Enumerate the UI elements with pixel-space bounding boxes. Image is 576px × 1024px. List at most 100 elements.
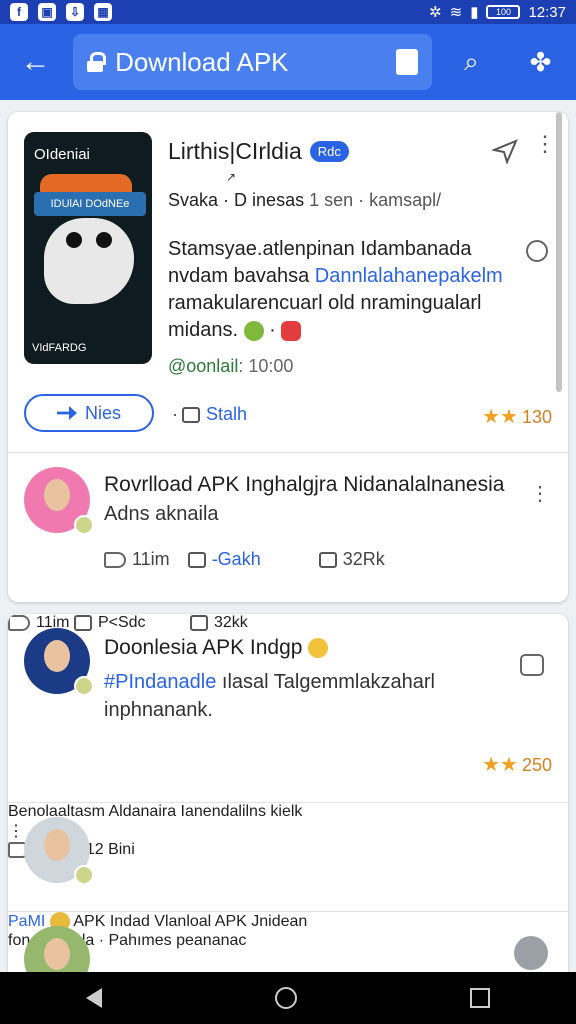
app-bar: ← Download APK ⌕ ✤ bbox=[0, 24, 576, 100]
stat-link[interactable]: · Stalh bbox=[172, 404, 247, 425]
reply-icon bbox=[8, 614, 30, 631]
share-arrow-icon bbox=[56, 406, 77, 420]
more-vert-icon[interactable]: ⋮ bbox=[530, 481, 550, 506]
post-actions: 11im P<Sdc 32kk bbox=[8, 614, 568, 632]
more-vert-icon[interactable]: ⋮ bbox=[8, 821, 568, 841]
share-icon[interactable] bbox=[395, 49, 418, 75]
battery-icon: 100 bbox=[486, 5, 521, 19]
cover-mascot bbox=[44, 218, 134, 304]
notification-icon: ⇩ bbox=[66, 3, 84, 21]
news-button[interactable]: Nies bbox=[24, 394, 154, 432]
post-body-text: inphnanank. bbox=[104, 699, 213, 721]
rating: ★★ 130 bbox=[482, 404, 552, 429]
address-bar[interactable]: Download APK bbox=[73, 34, 432, 90]
floating-action-button[interactable] bbox=[514, 936, 548, 970]
reply-count: 11im bbox=[132, 549, 170, 569]
wifi-icon: ≋ bbox=[449, 4, 463, 21]
back-button[interactable]: ← bbox=[14, 40, 57, 84]
nav-back-icon[interactable] bbox=[86, 988, 103, 1008]
smile-emoji-icon bbox=[308, 638, 329, 659]
news-button-label: Nies bbox=[84, 402, 121, 423]
post-title[interactable]: Rovrlload APK Inghalgjra Nidanalalnanesi… bbox=[104, 473, 504, 497]
like-count: 32Rk bbox=[342, 549, 385, 569]
post-actions: 11im -Gakh 32Rk bbox=[104, 549, 385, 570]
post-title-text: Doonlesia APK Indgp bbox=[104, 636, 303, 659]
repost-label: -Gakh bbox=[211, 549, 261, 569]
contact-handle[interactable]: @oonlail bbox=[168, 356, 238, 376]
post-subtitle: foneiaka pla · Pahımes peananac bbox=[8, 932, 247, 949]
lock-icon bbox=[87, 52, 107, 72]
post-title[interactable]: Benolaaltasm Aldanaira Ianendalilns kiel… bbox=[8, 803, 568, 821]
list-item[interactable]: Rovrlload APK Inghalgjra Nidanalalnanesi… bbox=[8, 453, 568, 601]
post-actions: 230d · 12 Bini bbox=[8, 841, 568, 859]
like-action[interactable]: 32Rk bbox=[318, 549, 385, 570]
post-title[interactable]: Doonlesia APK Indgp bbox=[104, 636, 329, 660]
signal-icon: ▮ bbox=[470, 4, 479, 21]
contact-line: @oonlail: 10:00 bbox=[168, 356, 293, 377]
notification-icon: f bbox=[10, 3, 28, 21]
post-body-text: ılasal Talgemmlakzaharl bbox=[216, 671, 435, 693]
reply-action[interactable]: 11im bbox=[104, 549, 170, 570]
post-title[interactable]: PaMI APK Indad Vlanloal APK Jnidean bbox=[8, 912, 568, 932]
contact-time: : 10:00 bbox=[238, 356, 294, 376]
smile-emoji-icon bbox=[243, 320, 264, 341]
action-row: Nies · Stalh ★★ 130 bbox=[8, 392, 568, 442]
nav-recents-icon[interactable] bbox=[469, 988, 490, 1008]
star-icon: ★★ bbox=[482, 406, 518, 428]
desc-text: midans. bbox=[168, 319, 239, 341]
desc-link[interactable]: Dannlalahanepakelm bbox=[315, 265, 503, 287]
repost-icon bbox=[73, 614, 92, 631]
repost-action[interactable]: P<Sdc bbox=[73, 614, 146, 631]
repost-label: P<Sdc bbox=[97, 614, 146, 631]
like-count: 32kk bbox=[214, 614, 248, 631]
featured-app: OIdeniai IDUlAI DOdNEe VIdFARDG Lirthis|… bbox=[8, 112, 568, 452]
app-badge: Rdc bbox=[309, 141, 349, 162]
app-title[interactable]: Lirthis|CIrldia bbox=[168, 138, 302, 165]
app-cover-image[interactable]: OIdeniai IDUlAI DOdNEe VIdFARDG bbox=[24, 132, 152, 364]
cover-banner: IDUlAI DOdNEe bbox=[34, 192, 146, 216]
meta-c: 1 sen · kamsapl/ bbox=[309, 190, 442, 210]
system-nav-bar bbox=[0, 972, 576, 1024]
like-icon bbox=[190, 614, 208, 631]
stat-label: Stalh bbox=[206, 404, 248, 424]
repost-icon bbox=[187, 552, 206, 569]
heart-emoji-icon bbox=[281, 320, 302, 341]
meta-a: Svaka bbox=[168, 190, 219, 210]
separator: · bbox=[172, 404, 178, 424]
scrollbar[interactable] bbox=[556, 112, 562, 392]
notification-icon: ▦ bbox=[94, 3, 112, 21]
hashtag[interactable]: #PIndanadle bbox=[104, 671, 216, 693]
repost-action[interactable]: -Gakh bbox=[187, 549, 261, 570]
send-icon[interactable] bbox=[492, 138, 518, 164]
post-author[interactable]: PaMI bbox=[8, 913, 45, 930]
search-button[interactable]: ⌕ bbox=[450, 40, 493, 84]
avatar-badge-icon bbox=[74, 865, 94, 885]
avatar-badge-icon bbox=[74, 515, 94, 535]
app-description: Stamsyae.atlenpinan Idambanada nvdam bav… bbox=[168, 236, 524, 344]
clock-icon[interactable] bbox=[526, 240, 548, 262]
status-bar: f ▣ ⇩ ▦ ✲ ≋ ▮ 100 12:37 bbox=[0, 0, 576, 24]
list-item[interactable]: Doonlesia APK Indgp #PIndanadle ılasal T… bbox=[8, 614, 568, 802]
rating-count: 250 bbox=[521, 755, 552, 775]
reply-icon bbox=[104, 552, 126, 569]
rating-count: 130 bbox=[521, 407, 552, 427]
post-subtitle: Adns aknaila bbox=[104, 503, 219, 525]
nav-home-icon[interactable] bbox=[274, 987, 297, 1009]
post-body: #PIndanadle ılasal Talgemmlakzaharl inph… bbox=[104, 668, 524, 724]
menu-button[interactable]: ✤ bbox=[519, 40, 562, 84]
cover-eye bbox=[96, 232, 112, 248]
desc-line: midans. · bbox=[168, 317, 524, 344]
app-title-row: Lirthis|CIrldia Rdc bbox=[168, 138, 349, 165]
desc-text: nvdam bavahsa bbox=[168, 265, 315, 287]
cover-footer: VIdFARDG bbox=[32, 342, 87, 354]
more-vert-icon[interactable]: ⋮ bbox=[534, 133, 556, 155]
page-title: Download APK bbox=[115, 46, 289, 77]
cursor-icon: ↗ bbox=[226, 170, 237, 184]
post-title-text: APK Indad Vlanloal APK Jnidean bbox=[69, 913, 308, 931]
meta-b: · D inesas bbox=[223, 190, 305, 210]
app-meta: Svaka · D inesas 1 sen · kamsapl/ bbox=[168, 190, 441, 211]
like-action[interactable]: 32kk bbox=[190, 614, 248, 631]
desc-line: nvdam bavahsa Dannlalahanepakelm bbox=[168, 263, 524, 290]
list-item[interactable]: Benolaaltasm Aldanaira Ianendalilns kiel… bbox=[8, 803, 568, 911]
clock-time: 12:37 bbox=[528, 3, 566, 21]
